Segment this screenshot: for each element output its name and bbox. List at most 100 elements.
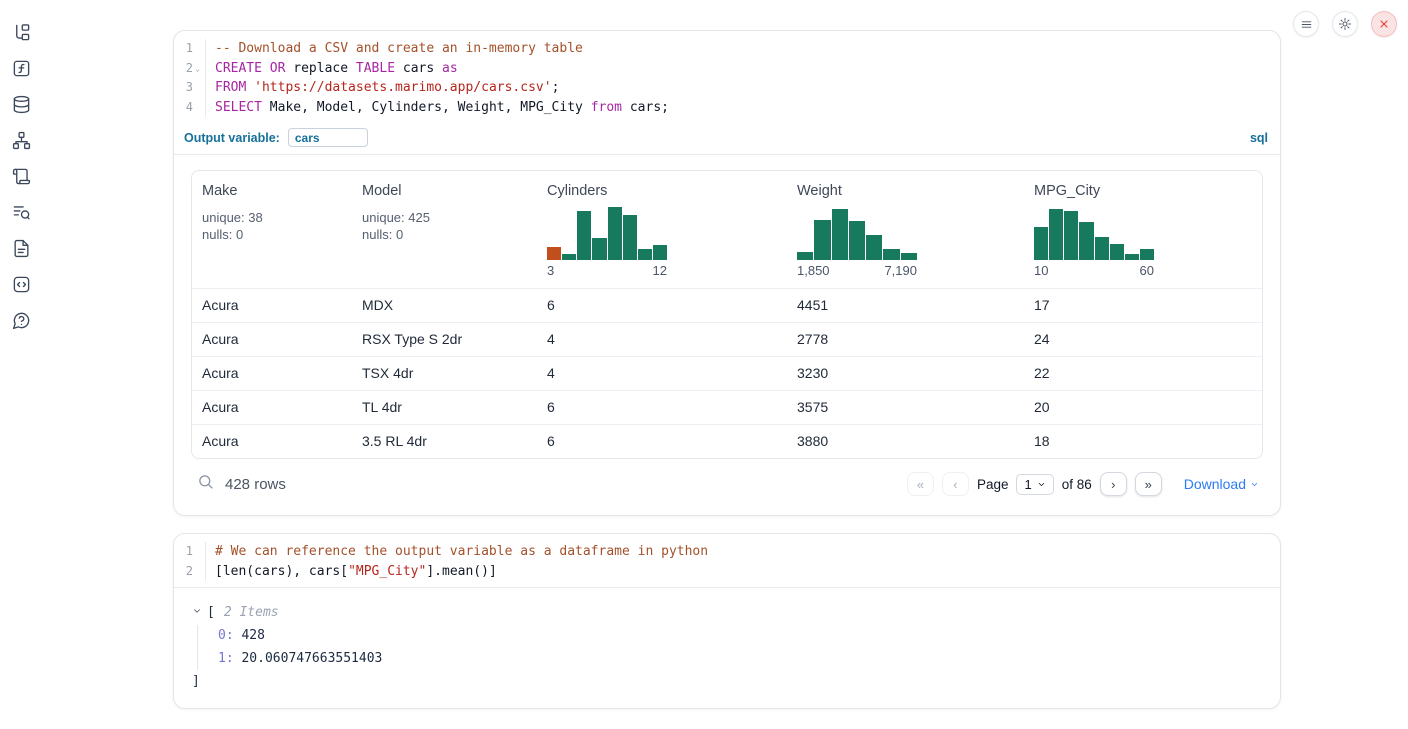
code-text: [len(cars), cars["MPG_City"].mean()] — [206, 562, 497, 582]
table-row[interactable]: AcuraMDX6445117 — [192, 288, 1262, 322]
column-header-weight[interactable]: Weight1,8507,190 — [787, 171, 1024, 288]
help-icon[interactable] — [11, 310, 31, 330]
table-cell[interactable]: 24 — [1024, 323, 1262, 356]
fold-chevron-icon[interactable]: ⌄ — [193, 59, 202, 79]
histogram-min-label: 1,850 — [797, 263, 830, 278]
column-stat: unique: 38 — [202, 209, 342, 226]
table-cell[interactable]: Acura — [192, 425, 352, 458]
table-cell[interactable]: Acura — [192, 357, 352, 390]
scroll-icon[interactable] — [11, 166, 31, 186]
table-body: AcuraMDX6445117AcuraRSX Type S 2dr427782… — [192, 288, 1262, 458]
table-row[interactable]: AcuraTL 4dr6357520 — [192, 390, 1262, 424]
collapse-chevron-icon[interactable] — [192, 603, 202, 622]
table-cell[interactable]: 3880 — [787, 425, 1024, 458]
code-line[interactable]: 2[len(cars), cars["MPG_City"].mean()] — [174, 562, 1280, 582]
table-row[interactable]: AcuraRSX Type S 2dr4277824 — [192, 322, 1262, 356]
table-cell[interactable]: 2778 — [787, 323, 1024, 356]
column-header-model[interactable]: Modelunique: 425nulls: 0 — [352, 171, 537, 288]
histogram-min-label: 10 — [1034, 263, 1048, 278]
code-text: FROM 'https://datasets.marimo.app/cars.c… — [206, 78, 559, 98]
column-header-mpg_city[interactable]: MPG_City1060 — [1024, 171, 1262, 288]
table-cell[interactable]: MDX — [352, 289, 537, 322]
histogram-bar — [901, 253, 917, 260]
code-line[interactable]: 3FROM 'https://datasets.marimo.app/cars.… — [174, 78, 1280, 98]
column-histogram: 312 — [547, 199, 667, 278]
histogram-bar — [547, 247, 561, 260]
table-cell[interactable]: RSX Type S 2dr — [352, 323, 537, 356]
table-cell[interactable]: 3.5 RL 4dr — [352, 425, 537, 458]
table-cell[interactable]: 6 — [537, 391, 787, 424]
tree-entry-key: 1: — [218, 651, 234, 666]
last-page-button[interactable]: » — [1135, 472, 1162, 496]
output-variable-input[interactable] — [288, 128, 368, 147]
chevron-down-icon — [1250, 476, 1259, 492]
table-cell[interactable]: 4451 — [787, 289, 1024, 322]
sql-cell-output: Makeunique: 38nulls: 0Modelunique: 425nu… — [174, 155, 1280, 515]
table-cell[interactable]: 4 — [537, 357, 787, 390]
line-number-text: 2 — [179, 59, 193, 79]
code-line[interactable]: 1-- Download a CSV and create an in-memo… — [174, 39, 1280, 59]
table-cell[interactable]: 6 — [537, 289, 787, 322]
table-cell[interactable]: 18 — [1024, 425, 1262, 458]
code-line[interactable]: 4SELECT Make, Model, Cylinders, Weight, … — [174, 98, 1280, 118]
histogram-axis-labels: 312 — [547, 263, 667, 278]
histogram-axis-labels: 1,8507,190 — [797, 263, 917, 278]
tree-entry-value: 428 — [234, 628, 265, 643]
page-label: Page — [977, 477, 1009, 492]
histogram-bar — [562, 254, 576, 260]
table-cell[interactable]: TSX 4dr — [352, 357, 537, 390]
histogram-bar — [1064, 211, 1078, 260]
column-header-make[interactable]: Makeunique: 38nulls: 0 — [192, 171, 352, 288]
code-line[interactable]: 2⌄CREATE OR replace TABLE cars as — [174, 59, 1280, 79]
histogram-bar — [608, 207, 622, 260]
table-cell[interactable]: 4 — [537, 323, 787, 356]
histogram-bar — [638, 249, 652, 260]
next-page-button[interactable]: › — [1100, 472, 1127, 496]
table-cell[interactable]: 20 — [1024, 391, 1262, 424]
sql-code-editor[interactable]: 1-- Download a CSV and create an in-memo… — [174, 31, 1280, 123]
document-icon[interactable] — [11, 238, 31, 258]
table-cell[interactable]: 17 — [1024, 289, 1262, 322]
code-text: -- Download a CSV and create an in-memor… — [206, 39, 583, 59]
table-cell[interactable]: 22 — [1024, 357, 1262, 390]
histogram-bars — [547, 207, 667, 260]
dependency-graph-icon[interactable] — [11, 130, 31, 150]
snippets-icon[interactable] — [11, 274, 31, 294]
table-cell[interactable]: Acura — [192, 323, 352, 356]
python-code-editor[interactable]: 1# We can reference the output variable … — [174, 534, 1280, 587]
download-button[interactable]: Download — [1184, 476, 1259, 492]
code-line[interactable]: 1# We can reference the output variable … — [174, 542, 1280, 562]
column-header-cylinders[interactable]: Cylinders312 — [537, 171, 787, 288]
table-cell[interactable]: 3230 — [787, 357, 1024, 390]
table-cell[interactable]: Acura — [192, 289, 352, 322]
table-cell[interactable]: TL 4dr — [352, 391, 537, 424]
settings-icon[interactable] — [1332, 11, 1358, 37]
open-bracket: [ — [207, 603, 215, 622]
page-select[interactable]: 1 — [1016, 474, 1053, 495]
menu-icon[interactable] — [1293, 11, 1319, 37]
database-icon[interactable] — [11, 94, 31, 114]
table-row[interactable]: AcuraTSX 4dr4323022 — [192, 356, 1262, 390]
prev-page-button[interactable]: ‹ — [942, 472, 969, 496]
close-bracket: ] — [192, 672, 1262, 691]
column-stat: nulls: 0 — [202, 226, 342, 243]
table-cell[interactable]: 3575 — [787, 391, 1024, 424]
file-tree-icon[interactable] — [11, 22, 31, 42]
code-text: CREATE OR replace TABLE cars as — [206, 59, 458, 79]
histogram-bar — [1034, 227, 1048, 260]
histogram-bar — [653, 245, 667, 260]
line-number-text: 1 — [179, 542, 193, 562]
line-number-text: 4 — [179, 98, 193, 118]
function-square-icon[interactable] — [11, 58, 31, 78]
search-icon[interactable] — [197, 473, 214, 495]
chevron-down-icon — [1037, 477, 1046, 492]
logs-search-icon[interactable] — [11, 202, 31, 222]
column-stats: unique: 425nulls: 0 — [362, 209, 527, 243]
table-cell[interactable]: Acura — [192, 391, 352, 424]
table-cell[interactable]: 6 — [537, 425, 787, 458]
first-page-button[interactable]: « — [907, 472, 934, 496]
line-number: 2 — [174, 562, 206, 582]
table-row[interactable]: Acura3.5 RL 4dr6388018 — [192, 424, 1262, 458]
histogram-bar — [1125, 254, 1139, 260]
close-icon[interactable] — [1371, 11, 1397, 37]
